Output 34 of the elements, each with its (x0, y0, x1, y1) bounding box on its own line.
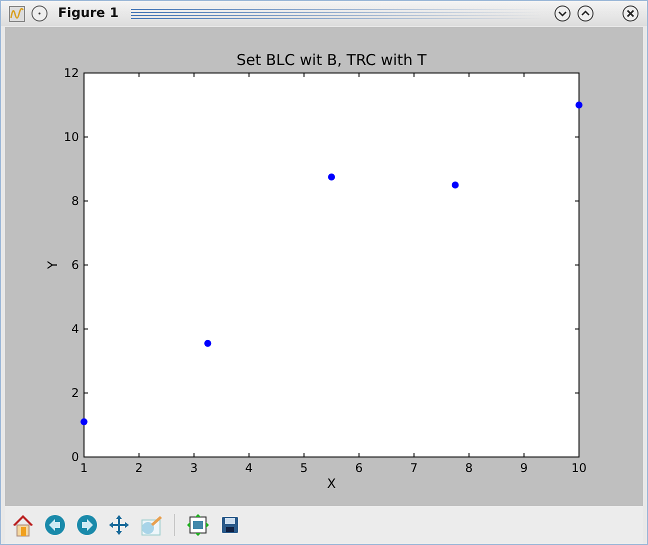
x-tick-label: 8 (465, 461, 473, 475)
home-tool-button[interactable] (11, 512, 35, 538)
minimize-button[interactable] (554, 5, 571, 22)
y-tick-label: 2 (71, 386, 79, 400)
x-tick-label: 5 (300, 461, 308, 475)
back-tool-button[interactable] (43, 512, 67, 538)
edit-document-icon (139, 514, 163, 536)
house-icon (11, 513, 35, 537)
y-tick-label: 12 (64, 66, 79, 80)
close-button[interactable] (622, 5, 639, 22)
maximize-button[interactable] (577, 5, 594, 22)
y-tick-label: 0 (71, 450, 79, 464)
x-axis-label: X (327, 477, 336, 492)
y-tick-label: 8 (71, 194, 79, 208)
x-tick-label: 3 (190, 461, 198, 475)
chart-title: Set BLC wit B, TRC with T (236, 51, 427, 69)
x-tick-label: 9 (520, 461, 528, 475)
forward-tool-button[interactable] (75, 512, 99, 538)
x-tick-label: 4 (245, 461, 253, 475)
waveform-icon (9, 6, 25, 22)
y-tick-label: 10 (64, 130, 79, 144)
x-tick-label: 7 (410, 461, 418, 475)
configure-tool-button[interactable] (186, 512, 210, 538)
x-tick-label: 2 (135, 461, 143, 475)
y-axis-label: Y (46, 261, 61, 269)
x-tick-label: 10 (571, 461, 587, 475)
x-tick-label: 6 (355, 461, 363, 475)
window-arrows-icon (187, 514, 209, 536)
window-menu-icon[interactable] (31, 5, 48, 22)
window-title: Figure 1 (58, 4, 119, 23)
x-tick-label: 1 (80, 461, 88, 475)
y-tick-label: 4 (71, 322, 79, 336)
y-tick-label: 6 (71, 258, 79, 272)
move-arrows-icon (108, 514, 130, 536)
